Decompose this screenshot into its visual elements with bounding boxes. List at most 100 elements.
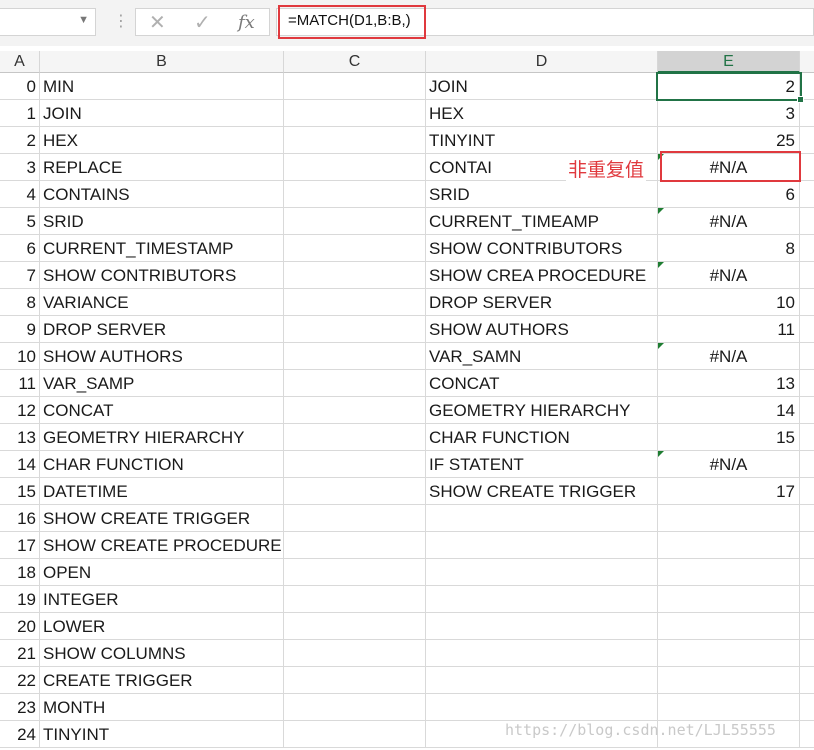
- cell-b[interactable]: VARIANCE: [40, 289, 284, 316]
- enter-icon[interactable]: ✓: [194, 10, 211, 35]
- cell-f[interactable]: [800, 613, 814, 640]
- cell-f[interactable]: [800, 343, 814, 370]
- cell-b[interactable]: SHOW CONTRIBUTORS: [40, 262, 284, 289]
- cell-f[interactable]: [800, 316, 814, 343]
- row-number[interactable]: 1: [0, 100, 40, 127]
- column-header-c[interactable]: C: [284, 51, 426, 73]
- cell-c[interactable]: [284, 181, 426, 208]
- cell-b[interactable]: HEX: [40, 127, 284, 154]
- cell-e[interactable]: [658, 667, 800, 694]
- cell-d[interactable]: SHOW CONTRIBUTORS: [426, 235, 658, 262]
- cell-d[interactable]: CURRENT_TIMEAMP: [426, 208, 658, 235]
- cell-c[interactable]: [284, 613, 426, 640]
- cell-f[interactable]: [800, 181, 814, 208]
- cell-c[interactable]: [284, 262, 426, 289]
- cell-e[interactable]: [658, 586, 800, 613]
- cell-c[interactable]: [284, 586, 426, 613]
- cell-d[interactable]: SHOW AUTHORS: [426, 316, 658, 343]
- column-header-f[interactable]: [800, 51, 814, 73]
- cell-c[interactable]: [284, 397, 426, 424]
- cell-c[interactable]: [284, 532, 426, 559]
- cell-f[interactable]: [800, 424, 814, 451]
- cell-e[interactable]: 3: [658, 100, 800, 127]
- cell-c[interactable]: [284, 208, 426, 235]
- cell-d[interactable]: [426, 532, 658, 559]
- cell-f[interactable]: [800, 154, 814, 181]
- cell-f[interactable]: [800, 505, 814, 532]
- row-number[interactable]: 23: [0, 694, 40, 721]
- cell-b[interactable]: MONTH: [40, 694, 284, 721]
- cell-d[interactable]: SHOW CREA PROCEDURE: [426, 262, 658, 289]
- cell-e[interactable]: [658, 694, 800, 721]
- chevron-down-icon[interactable]: ▼: [78, 14, 89, 26]
- cell-c[interactable]: [284, 316, 426, 343]
- cell-b[interactable]: VAR_SAMP: [40, 370, 284, 397]
- cell-c[interactable]: [284, 73, 426, 100]
- cell-f[interactable]: [800, 289, 814, 316]
- cell-f[interactable]: [800, 73, 814, 100]
- cell-b[interactable]: CHAR FUNCTION: [40, 451, 284, 478]
- cancel-icon[interactable]: ✕: [149, 10, 166, 35]
- cell-d[interactable]: TINYINT: [426, 127, 658, 154]
- cell-b[interactable]: CREATE TRIGGER: [40, 667, 284, 694]
- cell-f[interactable]: [800, 586, 814, 613]
- cell-d[interactable]: VAR_SAMN: [426, 343, 658, 370]
- cell-f[interactable]: [800, 559, 814, 586]
- row-number[interactable]: 14: [0, 451, 40, 478]
- cell-b[interactable]: SHOW CREATE TRIGGER: [40, 505, 284, 532]
- cell-d[interactable]: IF STATENT: [426, 451, 658, 478]
- cell-b[interactable]: GEOMETRY HIERARCHY: [40, 424, 284, 451]
- row-number[interactable]: 8: [0, 289, 40, 316]
- row-number[interactable]: 7: [0, 262, 40, 289]
- cell-f[interactable]: [800, 208, 814, 235]
- cell-c[interactable]: [284, 451, 426, 478]
- row-number[interactable]: 2: [0, 127, 40, 154]
- cell-c[interactable]: [284, 505, 426, 532]
- cell-f[interactable]: [800, 667, 814, 694]
- row-number[interactable]: 22: [0, 667, 40, 694]
- row-number[interactable]: 4: [0, 181, 40, 208]
- row-number[interactable]: 19: [0, 586, 40, 613]
- cell-e[interactable]: 2: [658, 73, 800, 100]
- cell-b[interactable]: OPEN: [40, 559, 284, 586]
- row-number[interactable]: 16: [0, 505, 40, 532]
- cell-d[interactable]: DROP SERVER: [426, 289, 658, 316]
- cell-e[interactable]: 6: [658, 181, 800, 208]
- row-number[interactable]: 9: [0, 316, 40, 343]
- cell-b[interactable]: DATETIME: [40, 478, 284, 505]
- column-header-a[interactable]: A: [0, 51, 40, 73]
- row-number[interactable]: 20: [0, 613, 40, 640]
- cell-e[interactable]: [658, 559, 800, 586]
- cell-e[interactable]: [658, 505, 800, 532]
- cell-f[interactable]: [800, 694, 814, 721]
- cell-c[interactable]: [284, 478, 426, 505]
- cell-c[interactable]: [284, 424, 426, 451]
- cell-c[interactable]: [284, 667, 426, 694]
- row-number[interactable]: 15: [0, 478, 40, 505]
- cell-f[interactable]: [800, 262, 814, 289]
- cell-e[interactable]: #N/A: [658, 451, 800, 478]
- cell-f[interactable]: [800, 100, 814, 127]
- cell-e[interactable]: #N/A: [658, 343, 800, 370]
- cell-e[interactable]: #N/A: [658, 208, 800, 235]
- cell-f[interactable]: [800, 397, 814, 424]
- cell-e[interactable]: 8: [658, 235, 800, 262]
- cell-c[interactable]: [284, 721, 426, 748]
- cell-f[interactable]: [800, 235, 814, 262]
- cell-b[interactable]: SHOW CREATE PROCEDURE: [40, 532, 284, 559]
- row-number[interactable]: 11: [0, 370, 40, 397]
- row-number[interactable]: 24: [0, 721, 40, 748]
- cell-d[interactable]: [426, 559, 658, 586]
- cell-e[interactable]: 11: [658, 316, 800, 343]
- cell-e[interactable]: #N/A: [658, 262, 800, 289]
- cell-e[interactable]: #N/A: [658, 154, 800, 181]
- cell-d[interactable]: [426, 613, 658, 640]
- name-box[interactable]: ▼: [0, 8, 96, 36]
- column-header-e[interactable]: E: [658, 51, 800, 73]
- row-number[interactable]: 10: [0, 343, 40, 370]
- row-number[interactable]: 18: [0, 559, 40, 586]
- cell-b[interactable]: CURRENT_TIMESTAMP: [40, 235, 284, 262]
- cell-f[interactable]: [800, 370, 814, 397]
- row-number[interactable]: 12: [0, 397, 40, 424]
- cell-c[interactable]: [284, 127, 426, 154]
